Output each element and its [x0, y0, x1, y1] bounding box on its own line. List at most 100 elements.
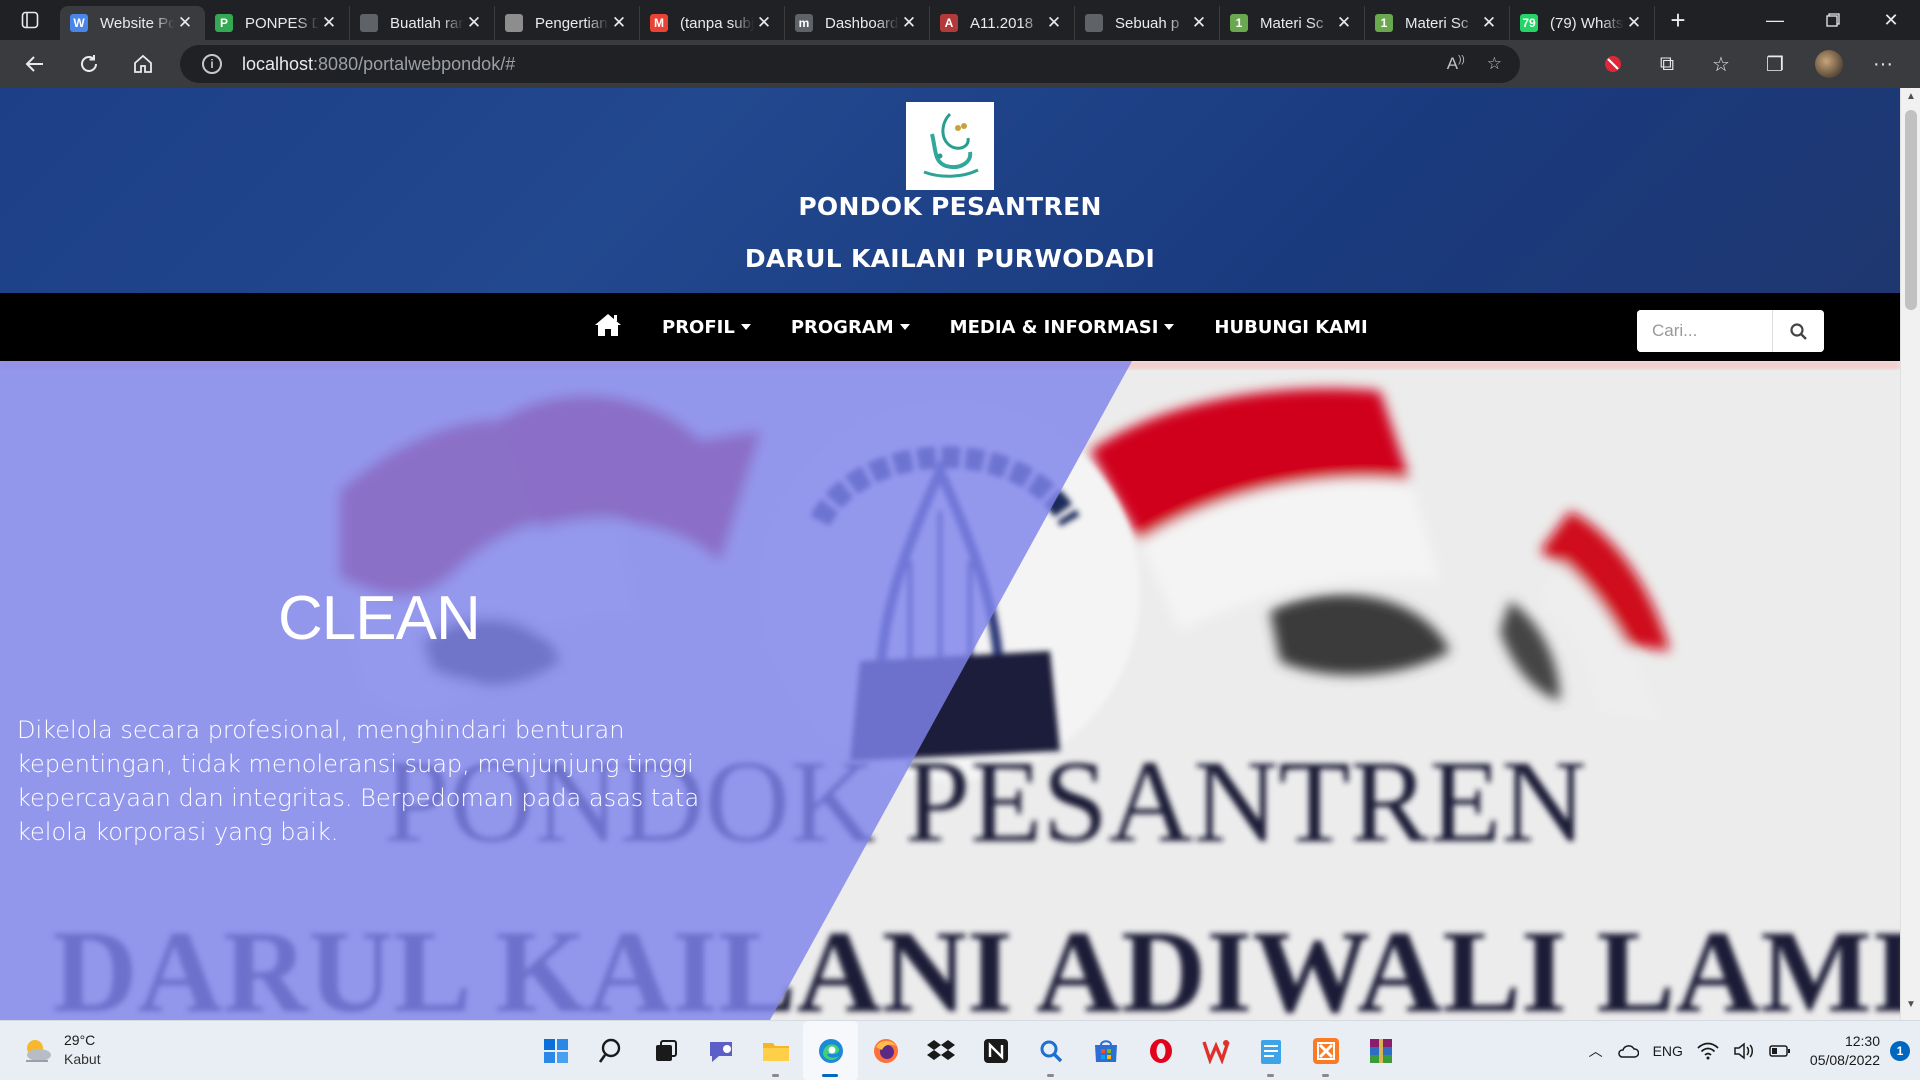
edge-icon [818, 1039, 843, 1063]
site-search-form [1637, 310, 1824, 352]
windows-logo-icon [543, 1039, 568, 1063]
site-header: PONDOK PESANTREN DARUL KAILANI PURWODADI [0, 88, 1900, 293]
notion-button[interactable] [968, 1021, 1023, 1080]
language-indicator[interactable]: ENG [1653, 1043, 1683, 1059]
minimize-button[interactable]: — [1746, 0, 1804, 40]
notification-badge[interactable]: 1 [1890, 1041, 1910, 1061]
search-icon [598, 1038, 620, 1063]
onedrive-tray-button[interactable] [1617, 1043, 1639, 1059]
favorites-button[interactable]: ☆ [1694, 40, 1748, 88]
browser-tab[interactable]: P PONPES DARUL KAILANI✕ [205, 6, 350, 40]
weather-widget[interactable]: 29°C Kabut [22, 1031, 101, 1069]
wifi-button[interactable] [1697, 1042, 1719, 1060]
clock[interactable]: 12:30 05/08/2022 [1810, 1032, 1880, 1070]
hero-carousel[interactable]: PONDOK PESANTREN DARUL KAILANI ADIWALI L… [0, 361, 1900, 1020]
scrollbar-thumb[interactable] [1905, 110, 1917, 310]
address-bar[interactable]: i localhost:8080/portalwebpondok/# A)) ☆ [180, 45, 1520, 83]
edge-browser-button[interactable] [803, 1021, 858, 1080]
browser-tab[interactable]: M (tanpa subjek)✕ [640, 6, 785, 40]
taskbar-search-button[interactable] [583, 1021, 638, 1080]
tab-favicon-icon: 1 [1375, 14, 1393, 32]
nav-item-label: HUBUNGI KAMI [1214, 316, 1368, 338]
tab-title: Materi Sc [1405, 14, 1469, 32]
extensions-button[interactable]: ⧉ [1640, 40, 1694, 88]
tab-close-icon[interactable]: ✕ [1334, 13, 1354, 33]
browser-tab[interactable]: A A11.2018 ✕ [930, 6, 1075, 40]
tab-close-icon[interactable]: ✕ [1044, 13, 1064, 33]
tab-actions-button[interactable] [0, 0, 60, 40]
scroll-down-arrow-icon[interactable]: ▼ [1901, 999, 1920, 1017]
tab-favicon-icon: 1 [1230, 14, 1248, 32]
tab-close-icon[interactable]: ✕ [1479, 13, 1499, 33]
wps-office-button[interactable] [1188, 1021, 1243, 1080]
tab-close-icon[interactable]: ✕ [175, 13, 195, 33]
tab-close-icon[interactable]: ✕ [754, 13, 774, 33]
tab-favicon-icon [505, 14, 523, 32]
system-tray: ︿ ENG 12:30 05/08/2022 1 [1582, 1021, 1910, 1080]
xampp-icon [1312, 1038, 1339, 1064]
site-title-line2: DARUL KAILANI PURWODADI [744, 244, 1156, 273]
restore-button[interactable] [1804, 0, 1862, 40]
xampp-button[interactable] [1298, 1021, 1353, 1080]
nav-item-media-informasi[interactable]: MEDIA & INFORMASI [950, 317, 1175, 338]
tab-favicon-icon: A [940, 14, 958, 32]
opera-button[interactable] [1133, 1021, 1188, 1080]
nav-item-program[interactable]: PROGRAM [791, 317, 910, 338]
nav-item-profil[interactable]: PROFIL [662, 317, 751, 338]
nav-item-label: MEDIA & INFORMASI [949, 316, 1159, 338]
browser-tab[interactable]: 1 Materi Sc ✕ [1365, 6, 1510, 40]
home-button[interactable] [116, 40, 170, 88]
browser-tab[interactable]: Pengertian ✕ [495, 6, 640, 40]
microsoft-store-button[interactable] [1078, 1021, 1133, 1080]
browser-tab[interactable]: Sebuah p ✕ [1075, 6, 1220, 40]
tab-close-icon[interactable]: ✕ [1624, 13, 1644, 33]
browser-tab[interactable]: m Dashboard ✕ [785, 6, 930, 40]
file-explorer-button[interactable] [748, 1021, 803, 1080]
collections-button[interactable]: ❐ [1748, 40, 1802, 88]
site-info-icon[interactable]: i [202, 54, 222, 74]
volume-button[interactable] [1733, 1042, 1755, 1060]
notepad-button[interactable] [1243, 1021, 1298, 1080]
chevron-up-icon: ︿ [1588, 1043, 1603, 1059]
task-view-button[interactable] [638, 1021, 693, 1080]
tab-close-icon[interactable]: ✕ [1189, 13, 1209, 33]
caret-down-icon [1164, 324, 1175, 330]
nav-home-link[interactable] [594, 313, 622, 342]
start-button[interactable] [528, 1021, 583, 1080]
scroll-up-arrow-icon[interactable]: ▲ [1901, 91, 1920, 109]
site-logo[interactable] [906, 102, 994, 190]
new-tab-button[interactable]: + [1655, 0, 1701, 40]
firefox-button[interactable] [858, 1021, 913, 1080]
search-app-button[interactable] [1023, 1021, 1078, 1080]
dropbox-button[interactable] [913, 1021, 968, 1080]
browser-tab[interactable]: W Website Pondok Pesantren✕ [60, 6, 205, 40]
settings-menu-button[interactable]: ··· [1856, 40, 1910, 88]
tab-close-icon[interactable]: ✕ [319, 13, 339, 33]
site-search-button[interactable] [1772, 310, 1824, 352]
browser-tab[interactable]: Buatlah rangkuman✕ [350, 6, 495, 40]
browser-tab[interactable]: 79 (79) WhatsApp✕ [1510, 6, 1655, 40]
site-search-input[interactable] [1637, 310, 1772, 352]
winrar-button[interactable] [1353, 1021, 1408, 1080]
close-window-button[interactable]: ✕ [1862, 0, 1920, 40]
tab-close-icon[interactable]: ✕ [899, 13, 919, 33]
browser-tab[interactable]: 1 Materi Sc ✕ [1220, 6, 1365, 40]
add-favorite-icon[interactable]: ☆ [1487, 54, 1502, 74]
plus-icon: + [1670, 4, 1686, 35]
tab-title: Sebuah p [1115, 14, 1180, 32]
url-path: :8080/portalwebpondok/# [313, 53, 516, 74]
read-aloud-icon[interactable]: A)) [1447, 54, 1465, 74]
tab-close-icon[interactable]: ✕ [464, 13, 484, 33]
show-hidden-icons-button[interactable]: ︿ [1589, 1041, 1603, 1061]
battery-button[interactable] [1769, 1044, 1791, 1058]
profile-button[interactable] [1802, 40, 1856, 88]
tab-close-icon[interactable]: ✕ [609, 13, 629, 33]
tab-title: Pengertian [535, 14, 608, 32]
nav-item-hubungi-kami[interactable]: HUBUNGI KAMI [1214, 317, 1367, 338]
adblock-extension-button[interactable] [1586, 40, 1640, 88]
reload-button[interactable] [62, 40, 116, 88]
teams-chat-button[interactable] [693, 1021, 748, 1080]
tab-title: A11.2018 [970, 14, 1034, 32]
back-button[interactable] [8, 40, 62, 88]
page-scrollbar[interactable]: ▲ ▼ [1900, 88, 1920, 1020]
